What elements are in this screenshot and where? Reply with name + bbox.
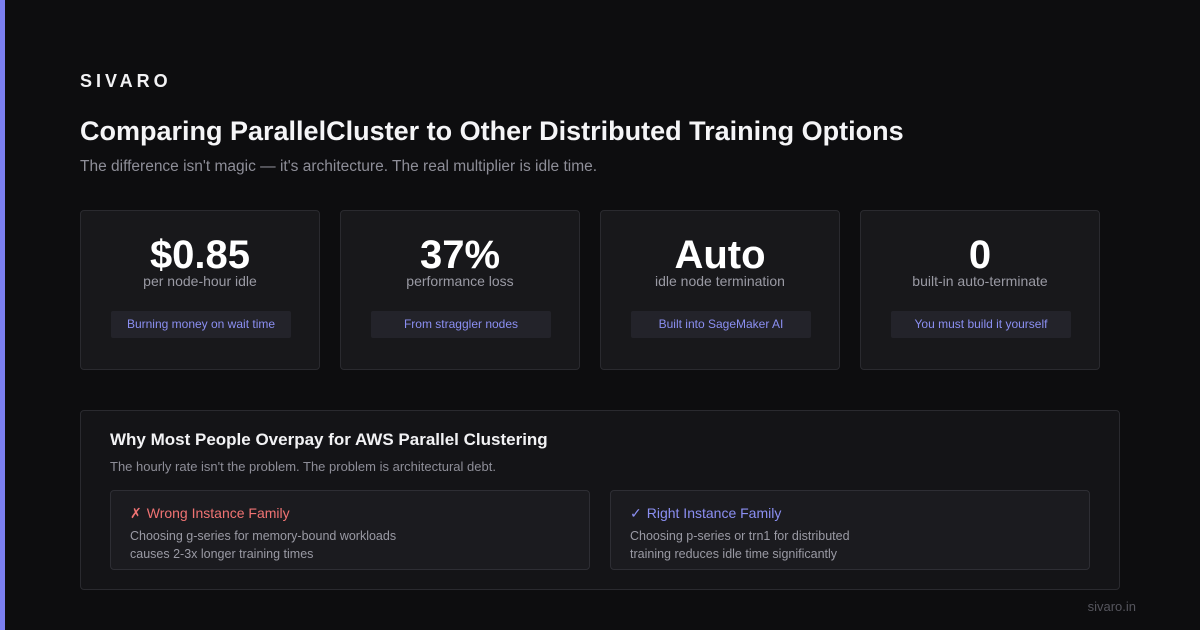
page-subtitle: The difference isn't magic — it's archit… [80, 158, 598, 175]
stat-card-auto-termination: Auto idle node termination Built into Sa… [600, 210, 840, 370]
right-desc-line-2: training reduces idle time significantly [630, 547, 838, 561]
right-instance-description: Choosing p-series or trn1 for distribute… [630, 527, 930, 563]
stat-label: performance loss [406, 273, 514, 289]
stat-label: idle node termination [655, 273, 785, 289]
right-instance-card: ✓ Right Instance Family Choosing p-series… [610, 490, 1090, 570]
cross-icon: ✗ [130, 505, 142, 521]
stat-card-idle-cost: $0.85 per node-hour idle Burning money o… [80, 210, 320, 370]
wrong-desc-line-1: Choosing g-series for memory-bound workl… [130, 529, 397, 543]
brand-logo: SIVARO [80, 71, 172, 91]
stat-tag: From straggler nodes [371, 311, 551, 338]
check-icon: ✓ [630, 505, 642, 521]
panel-title: Why Most People Overpay for AWS Parallel… [110, 430, 548, 449]
footer-domain[interactable]: sivaro.in [1088, 598, 1136, 616]
stat-tag: Built into SageMaker AI [631, 311, 811, 338]
stat-label: built-in auto-terminate [912, 273, 1048, 289]
stat-tag: Burning money on wait time [111, 311, 291, 338]
overpay-panel: Why Most People Overpay for AWS Parallel… [80, 410, 1120, 590]
stat-label: per node-hour idle [143, 273, 257, 289]
right-instance-title: Right Instance Family [646, 505, 782, 521]
wrong-instance-description: Choosing g-series for memory-bound workl… [130, 527, 430, 563]
wrong-instance-title: Wrong Instance Family [146, 505, 290, 521]
wrong-instance-card: ✗ Wrong Instance Family Choosing g-series… [110, 490, 590, 570]
page-title: Comparing ParallelCluster to Other Distr… [80, 116, 904, 146]
right-instance-heading: ✓ Right Instance Family [630, 504, 781, 522]
panel-subtitle: The hourly rate isn't the problem. The p… [110, 459, 496, 474]
stat-card-built-in-terminate: 0 built-in auto-terminate You must build… [860, 210, 1100, 370]
right-desc-line-1: Choosing p-series or trn1 for distribute… [630, 529, 850, 543]
accent-bar [0, 0, 5, 630]
stat-card-performance-loss: 37% performance loss From straggler node… [340, 210, 580, 370]
stat-tag: You must build it yourself [891, 311, 1071, 338]
wrong-instance-heading: ✗ Wrong Instance Family [130, 504, 290, 522]
wrong-desc-line-2: causes 2-3x longer training times [130, 547, 314, 561]
